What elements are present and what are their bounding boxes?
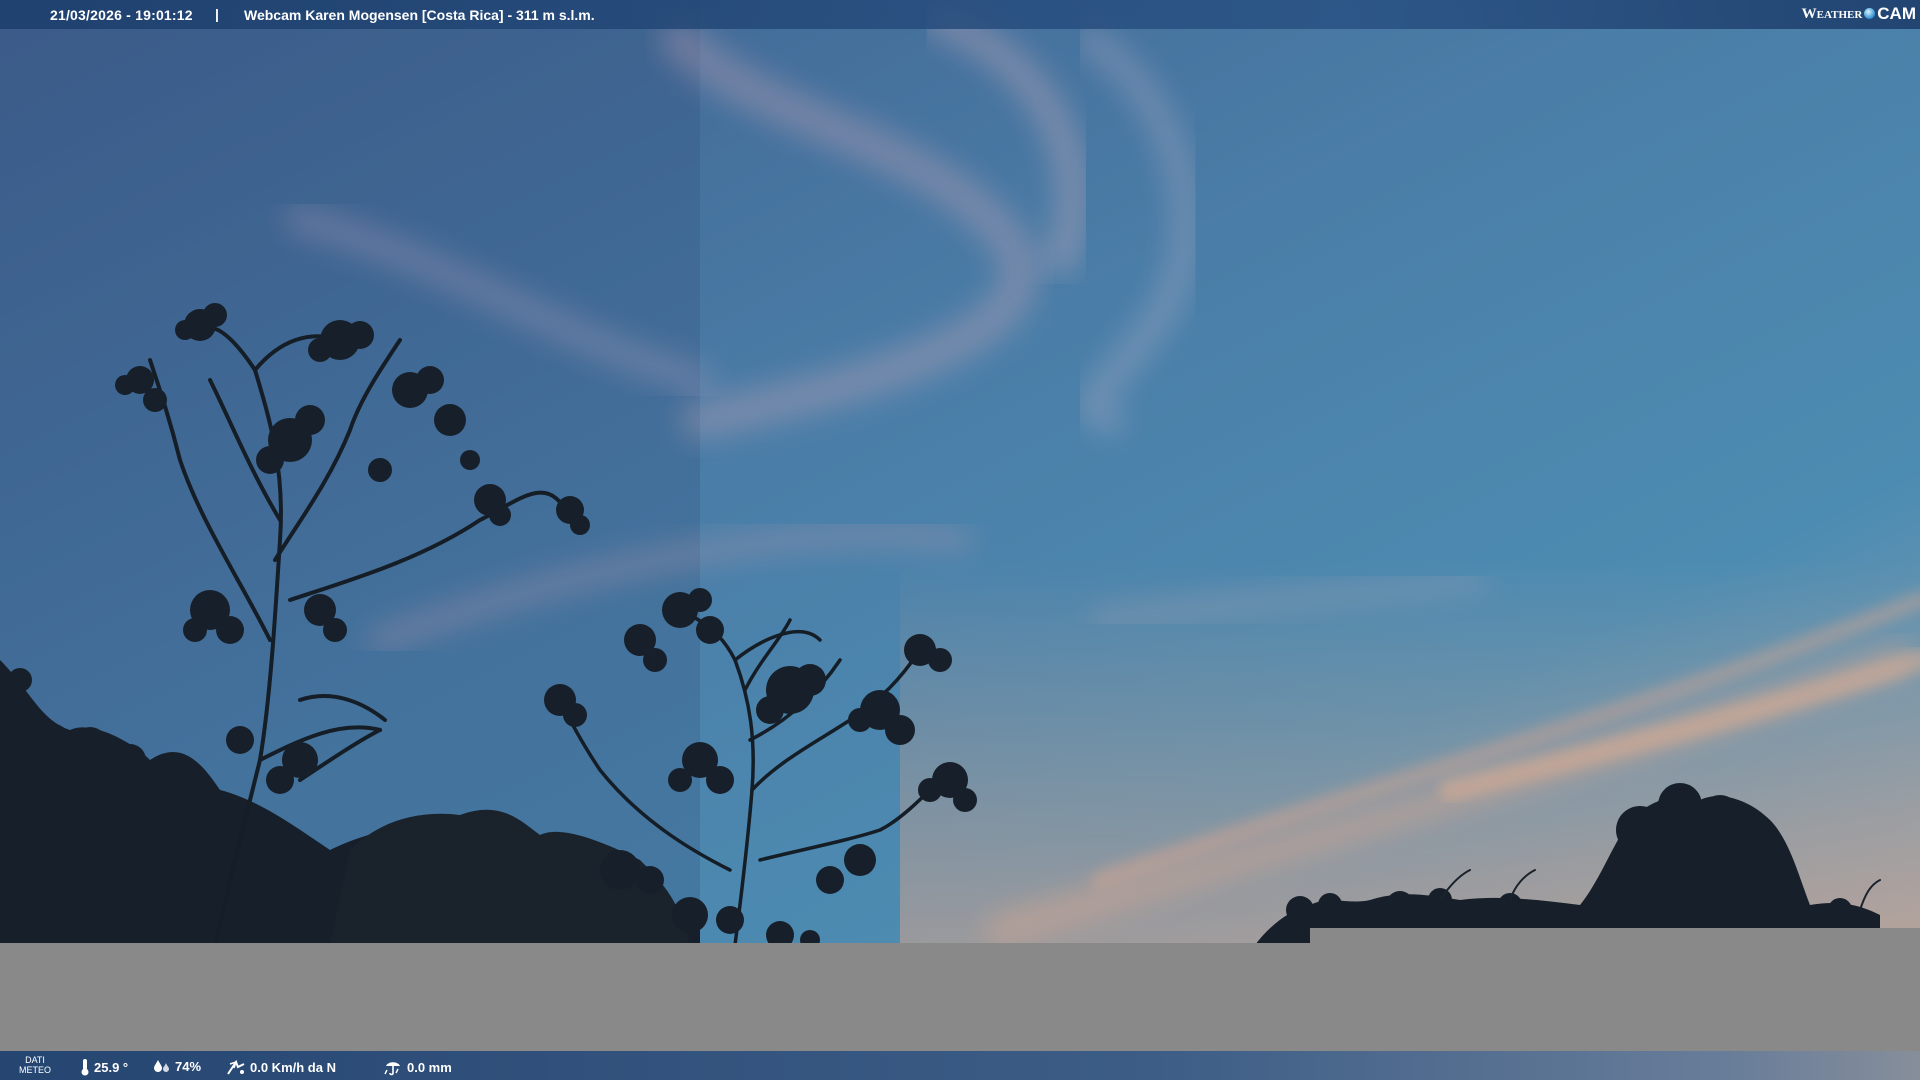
wind-icon: [227, 1059, 245, 1075]
temperature-reading: 25.9 °: [80, 1058, 128, 1076]
datetime-label: 21/03/2026 - 19:01:12: [50, 7, 193, 23]
header-bar: 21/03/2026 - 19:01:12 | Webcam Karen Mog…: [0, 0, 1920, 29]
wind-value: 0.0 Km/h da N: [250, 1059, 336, 1075]
logo-word-weather: Weather: [1801, 5, 1863, 22]
rain-icon: [384, 1062, 400, 1076]
weather-label-line2: METEO: [18, 1065, 51, 1075]
weather-data-bar: DATI METEO 25.9 ° 74% 0.0 Km/h da N 0.0 …: [0, 1051, 1920, 1080]
webcam-image: [0, 0, 1920, 1080]
rain-value: 0.0 mm: [407, 1059, 452, 1075]
weather-section-label: DATI METEO: [16, 1055, 54, 1075]
temperature-value: 25.9 °: [94, 1059, 129, 1075]
humidity-value: 74%: [175, 1058, 202, 1074]
rain-reading: 0.0 mm: [383, 1058, 452, 1076]
thermometer-icon: [81, 1059, 89, 1076]
header-separator: |: [215, 6, 219, 22]
logo-globe-icon: [1864, 7, 1876, 19]
weather-label-line1: DATI: [25, 1055, 45, 1065]
webcam-title: Webcam Karen Mogensen [Costa Rica] - 311…: [244, 7, 595, 23]
logo-word-cam: CAM: [1877, 4, 1916, 23]
humidity-icon: [154, 1060, 169, 1072]
humidity-reading: 74%: [153, 1058, 201, 1074]
wind-reading: 0.0 Km/h da N: [226, 1058, 336, 1076]
weathercam-logo: Weather CAM: [1802, 2, 1916, 26]
